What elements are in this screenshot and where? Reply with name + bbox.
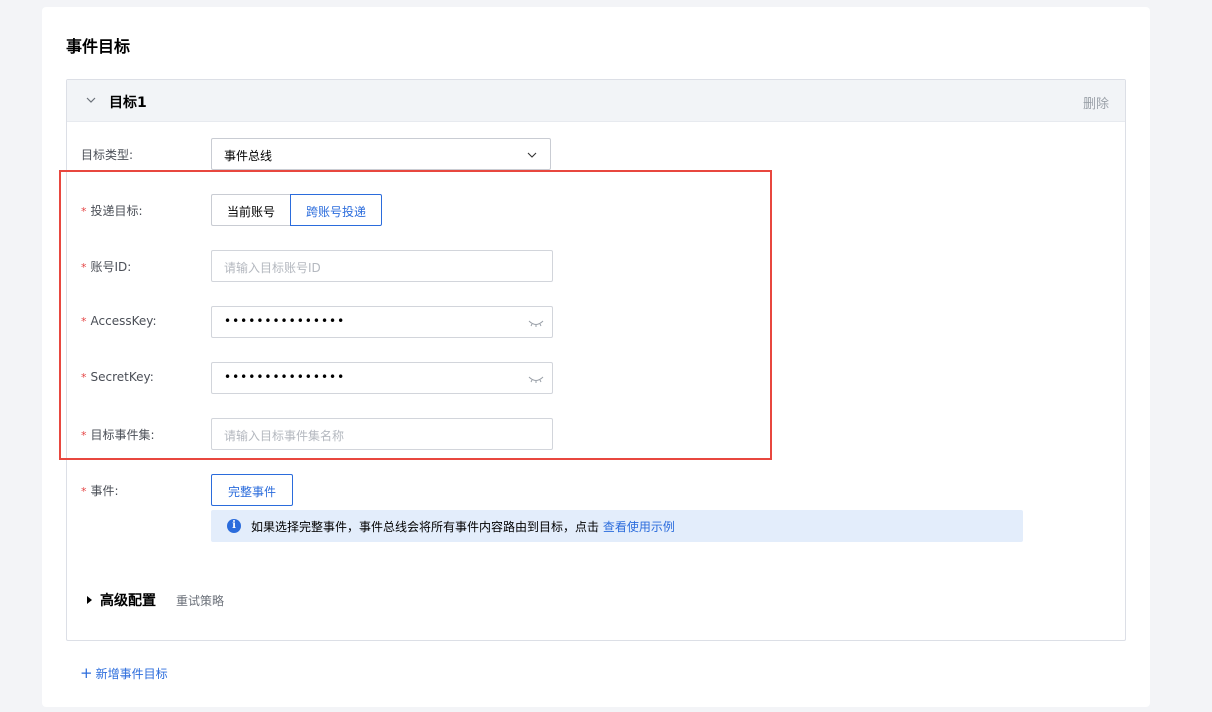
delivery-target-switch: 当前账号 跨账号投递 <box>211 194 383 226</box>
view-example-link[interactable]: 查看使用示例 <box>603 520 675 534</box>
chevron-down-icon <box>527 152 537 158</box>
option-current-account[interactable]: 当前账号 <box>211 194 291 226</box>
account-id-label: * 账号ID: <box>81 260 132 274</box>
target-type-label: 目标类型: <box>81 148 134 162</box>
event-target-card: 事件目标 目标1 删除 目标类型: 事件总线 * 投递目标: 当前账号 跨账号投递 <box>42 7 1150 707</box>
required-mark: * <box>81 315 87 328</box>
delivery-target-label: * 投递目标: <box>81 204 143 218</box>
info-icon: i <box>227 519 241 533</box>
full-event-button[interactable]: 完整事件 <box>211 474 294 506</box>
plus-icon: + <box>80 664 93 682</box>
caret-right-icon <box>87 596 92 604</box>
accesskey-label: * AccessKey: <box>81 314 157 328</box>
option-cross-account[interactable]: 跨账号投递 <box>290 194 383 226</box>
eye-closed-icon[interactable] <box>528 375 544 383</box>
required-mark: * <box>81 429 87 442</box>
target-panel: 目标1 删除 目标类型: 事件总线 * 投递目标: 当前账号 跨账号投递 * 账号I… <box>66 79 1126 641</box>
account-id-input[interactable]: 请输入目标账号ID <box>211 250 553 282</box>
info-banner: i 如果选择完整事件，事件总线会将所有事件内容路由到目标，点击 查看使用示例 <box>211 510 1023 542</box>
secretkey-input[interactable]: ••••••••••••••• <box>211 362 553 394</box>
target-type-select[interactable]: 事件总线 <box>211 138 551 170</box>
event-set-input[interactable]: 请输入目标事件集名称 <box>211 418 553 450</box>
section-title: 事件目标 <box>66 37 131 56</box>
required-mark: * <box>81 205 87 218</box>
advanced-config-toggle[interactable]: 高级配置 重试策略 <box>87 590 224 610</box>
delete-button[interactable]: 删除 <box>1083 93 1109 112</box>
event-label: * 事件: <box>81 484 119 498</box>
target-title: 目标1 <box>109 95 147 111</box>
required-mark: * <box>81 261 87 274</box>
add-event-target-link[interactable]: + 新增事件目标 <box>80 664 168 682</box>
advanced-config-label: 高级配置 <box>100 593 156 609</box>
info-text: 如果选择完整事件，事件总线会将所有事件内容路由到目标，点击 查看使用示例 <box>251 520 675 534</box>
target-panel-header[interactable]: 目标1 删除 <box>67 80 1125 122</box>
chevron-down-icon[interactable] <box>85 94 97 106</box>
required-mark: * <box>81 371 87 384</box>
required-mark: * <box>81 485 87 498</box>
secretkey-label: * SecretKey: <box>81 370 154 384</box>
accesskey-input[interactable]: ••••••••••••••• <box>211 306 553 338</box>
event-set-label: * 目标事件集: <box>81 428 155 442</box>
target-type-value: 事件总线 <box>224 149 273 163</box>
eye-closed-icon[interactable] <box>528 319 544 327</box>
retry-policy-label: 重试策略 <box>176 593 225 608</box>
